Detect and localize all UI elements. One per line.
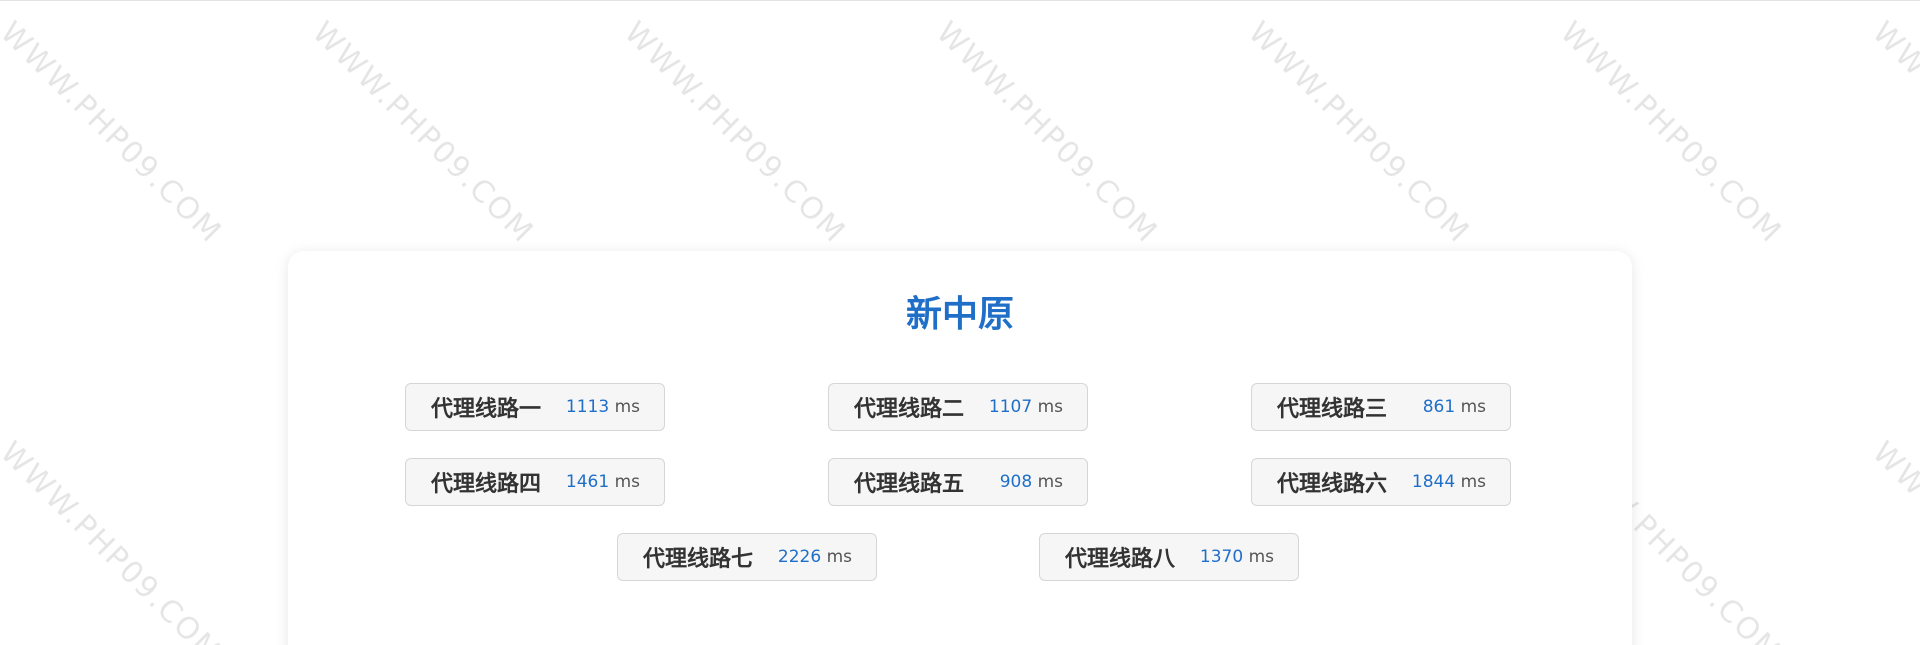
latency-unit: ms (1248, 547, 1274, 567)
watermark: WWW.PHP09.COM (0, 435, 229, 645)
line-name: 代理线路六 (1277, 472, 1388, 497)
line-name: 代理线路二 (854, 397, 965, 422)
line-name: 代理线路三 (1277, 397, 1388, 422)
latency-value: 1461 (565, 472, 610, 492)
latency-unit: ms (614, 397, 640, 417)
latency-unit: ms (1460, 397, 1486, 417)
line-name: 代理线路五 (854, 472, 965, 497)
latency-unit: ms (1460, 472, 1486, 492)
latency: 1461 ms (566, 472, 640, 492)
latency: 908 ms (1000, 472, 1063, 492)
latency-value: 1113 (565, 397, 610, 417)
watermark: WWW.PHP09.COM (0, 15, 229, 251)
proxy-line-button-4[interactable]: 代理线路四 1461 ms (405, 458, 665, 506)
latency: 1844 ms (1412, 472, 1486, 492)
watermark: WWW.PHP09.COM (1553, 15, 1789, 251)
proxy-lines-card: 新中原 代理线路一 1113 ms 代理线路二 1107 ms 代理线路三 86… (288, 251, 1632, 645)
latency-unit: ms (1037, 397, 1063, 417)
watermark: WWW.PHP09.COM (1865, 15, 1920, 251)
page: WWW.PHP09.COM WWW.PHP09.COM WWW.PHP09.CO… (0, 0, 1920, 645)
line-name: 代理线路一 (431, 397, 542, 422)
latency: 1107 ms (989, 397, 1063, 417)
line-name: 代理线路四 (431, 472, 542, 497)
proxy-line-button-8[interactable]: 代理线路八 1370 ms (1039, 533, 1299, 581)
latency-value: 1107 (988, 397, 1033, 417)
latency-value: 1370 (1199, 547, 1244, 567)
latency-value: 861 (1422, 397, 1456, 417)
proxy-line-button-3[interactable]: 代理线路三 861 ms (1251, 383, 1511, 431)
latency: 861 ms (1423, 397, 1486, 417)
watermark: WWW.PHP09.COM (1241, 15, 1477, 251)
proxy-line-button-5[interactable]: 代理线路五 908 ms (828, 458, 1088, 506)
line-name: 代理线路七 (643, 547, 754, 572)
latency-unit: ms (826, 547, 852, 567)
latency-unit: ms (1037, 472, 1063, 492)
watermark: WWW.PHP09.COM (617, 15, 853, 251)
proxy-line-button-7[interactable]: 代理线路七 2226 ms (617, 533, 877, 581)
latency: 1113 ms (566, 397, 640, 417)
latency-value: 908 (999, 472, 1033, 492)
latency-value: 1844 (1411, 472, 1456, 492)
latency: 2226 ms (778, 547, 852, 567)
watermark: WWW.PHP09.COM (305, 15, 541, 251)
watermark: WWW.PHP09.COM (1865, 435, 1920, 645)
latency-value: 2226 (777, 547, 822, 567)
proxy-line-button-6[interactable]: 代理线路六 1844 ms (1251, 458, 1511, 506)
line-name: 代理线路八 (1065, 547, 1176, 572)
latency-unit: ms (614, 472, 640, 492)
proxy-line-button-2[interactable]: 代理线路二 1107 ms (828, 383, 1088, 431)
watermark: WWW.PHP09.COM (929, 15, 1165, 251)
card-title: 新中原 (905, 294, 1014, 335)
latency: 1370 ms (1200, 547, 1274, 567)
proxy-line-button-1[interactable]: 代理线路一 1113 ms (405, 383, 665, 431)
